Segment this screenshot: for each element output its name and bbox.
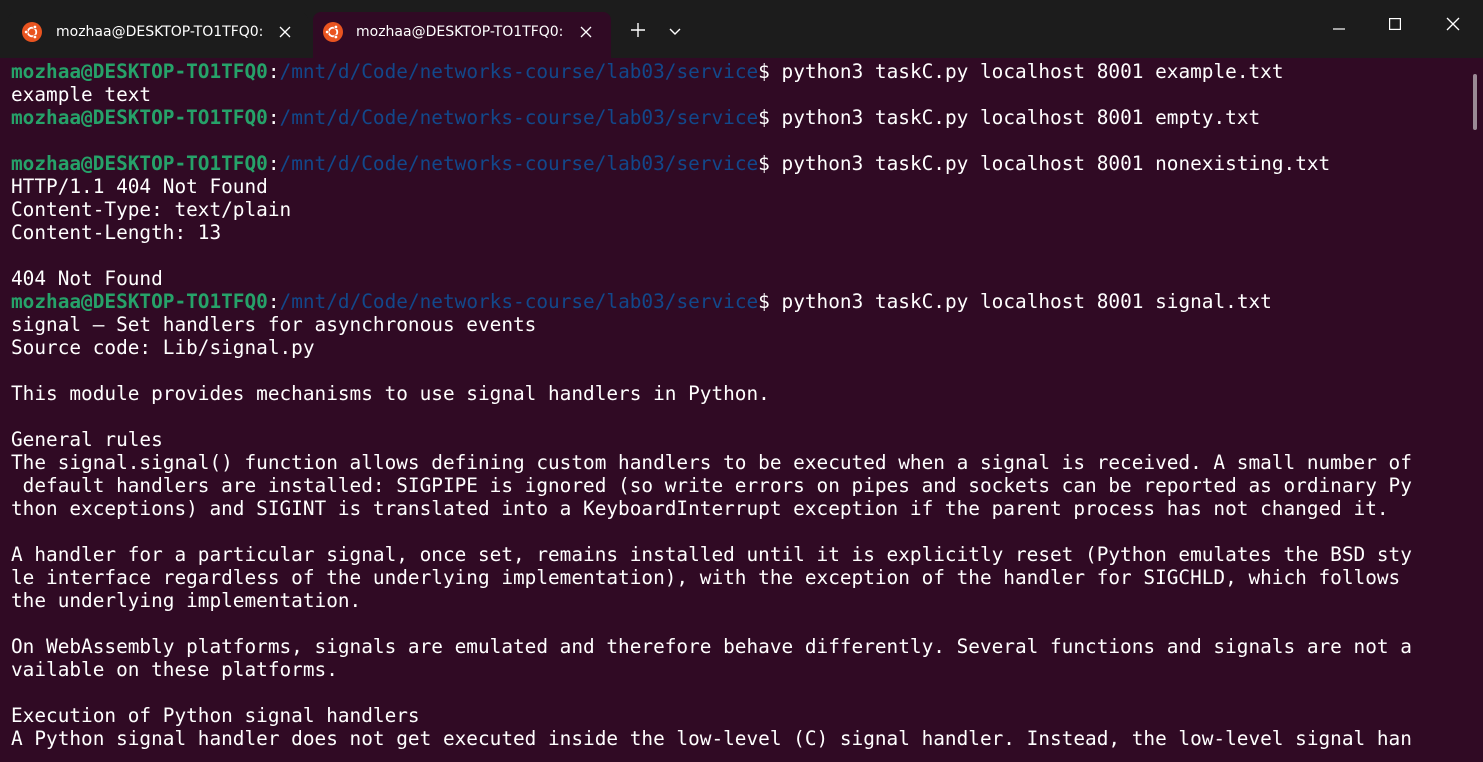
prompt-symbol: $ bbox=[758, 106, 770, 129]
tab-inactive[interactable]: mozhaa@DESKTOP-TO1TFQ0: / bbox=[8, 12, 308, 52]
maximize-button[interactable] bbox=[1372, 8, 1418, 44]
prompt-path: /mnt/d/Code/networks-course/lab03/servic… bbox=[279, 290, 759, 313]
prompt-symbol: $ bbox=[758, 60, 770, 83]
ubuntu-icon bbox=[22, 22, 42, 42]
output-line: example text bbox=[11, 83, 152, 106]
output-line: Content-Type: text/plain bbox=[11, 198, 292, 221]
output-line: HTTP/1.1 404 Not Found bbox=[11, 175, 268, 198]
scrollbar[interactable] bbox=[1473, 74, 1477, 130]
terminal-output[interactable]: mozhaa@DESKTOP-TO1TFQ0:/mnt/d/Code/netwo… bbox=[0, 58, 1470, 762]
output-line: Execution of Python signal handlers bbox=[11, 704, 420, 727]
output-line: This module provides mechanisms to use s… bbox=[11, 382, 770, 405]
output-line: thon exceptions) and SIGINT is translate… bbox=[11, 497, 1389, 520]
chevron-down-icon bbox=[669, 23, 681, 41]
output-line: A Python signal handler does not get exe… bbox=[11, 727, 1412, 750]
output-line: 404 Not Found bbox=[11, 267, 163, 290]
prompt-line: mozhaa@DESKTOP-TO1TFQ0:/mnt/d/Code/netwo… bbox=[11, 106, 1470, 129]
output-line: The signal.signal() function allows defi… bbox=[11, 451, 1412, 474]
tab-title: mozhaa@DESKTOP-TO1TFQ0: bbox=[356, 24, 564, 40]
terminal-window: mozhaa@DESKTOP-TO1TFQ0: / mozhaa@DESKTOP… bbox=[0, 0, 1483, 762]
output-line: A handler for a particular signal, once … bbox=[11, 543, 1412, 566]
command-text: python3 taskC.py localhost 8001 nonexist… bbox=[769, 152, 1331, 175]
output-line: vailable on these platforms. bbox=[11, 658, 338, 681]
minimize-icon bbox=[1333, 17, 1345, 35]
output-line: the underlying implementation. bbox=[11, 589, 362, 612]
prompt-line: mozhaa@DESKTOP-TO1TFQ0:/mnt/d/Code/netwo… bbox=[11, 60, 1470, 83]
prompt-user: mozhaa@DESKTOP-TO1TFQ0 bbox=[11, 106, 268, 129]
prompt-line: mozhaa@DESKTOP-TO1TFQ0:/mnt/d/Code/netwo… bbox=[11, 152, 1470, 175]
tab-active[interactable]: mozhaa@DESKTOP-TO1TFQ0: bbox=[313, 12, 611, 58]
minimize-button[interactable] bbox=[1316, 8, 1362, 44]
window-close-button[interactable] bbox=[1430, 8, 1476, 44]
output-line: Content-Length: 13 bbox=[11, 221, 222, 244]
title-bar: mozhaa@DESKTOP-TO1TFQ0: / mozhaa@DESKTOP… bbox=[0, 0, 1483, 58]
close-icon[interactable] bbox=[276, 23, 294, 41]
prompt-user: mozhaa@DESKTOP-TO1TFQ0 bbox=[11, 60, 268, 83]
prompt-symbol: $ bbox=[758, 152, 770, 175]
output-line: le interface regardless of the underlyin… bbox=[11, 566, 1401, 589]
prompt-path: /mnt/d/Code/networks-course/lab03/servic… bbox=[279, 60, 759, 83]
command-text: python3 taskC.py localhost 8001 empty.tx… bbox=[769, 106, 1261, 129]
command-text: python3 taskC.py localhost 8001 example.… bbox=[769, 60, 1284, 83]
output-line: Source code: Lib/signal.py bbox=[11, 336, 315, 359]
tab-dropdown-button[interactable] bbox=[662, 20, 688, 44]
prompt-path: /mnt/d/Code/networks-course/lab03/servic… bbox=[279, 106, 759, 129]
command-text: python3 taskC.py localhost 8001 signal.t… bbox=[769, 290, 1272, 313]
new-tab-button[interactable] bbox=[624, 20, 652, 44]
maximize-icon bbox=[1389, 17, 1402, 35]
prompt-symbol: $ bbox=[758, 290, 770, 313]
plus-icon bbox=[631, 22, 645, 42]
output-line: default handlers are installed: SIGPIPE … bbox=[11, 474, 1412, 497]
prompt-separator: : bbox=[267, 152, 280, 175]
prompt-user: mozhaa@DESKTOP-TO1TFQ0 bbox=[11, 152, 268, 175]
prompt-line: mozhaa@DESKTOP-TO1TFQ0:/mnt/d/Code/netwo… bbox=[11, 290, 1470, 313]
tab-title: mozhaa@DESKTOP-TO1TFQ0: / bbox=[56, 24, 266, 40]
output-line: On WebAssembly platforms, signals are em… bbox=[11, 635, 1412, 658]
prompt-separator: : bbox=[267, 106, 280, 129]
prompt-user: mozhaa@DESKTOP-TO1TFQ0 bbox=[11, 290, 268, 313]
prompt-path: /mnt/d/Code/networks-course/lab03/servic… bbox=[279, 152, 759, 175]
close-icon[interactable] bbox=[577, 23, 595, 41]
output-line: signal — Set handlers for asynchronous e… bbox=[11, 313, 537, 336]
ubuntu-icon bbox=[323, 22, 343, 42]
close-icon bbox=[1446, 17, 1460, 36]
prompt-separator: : bbox=[267, 60, 280, 83]
output-line: General rules bbox=[11, 428, 163, 451]
prompt-separator: : bbox=[267, 290, 280, 313]
